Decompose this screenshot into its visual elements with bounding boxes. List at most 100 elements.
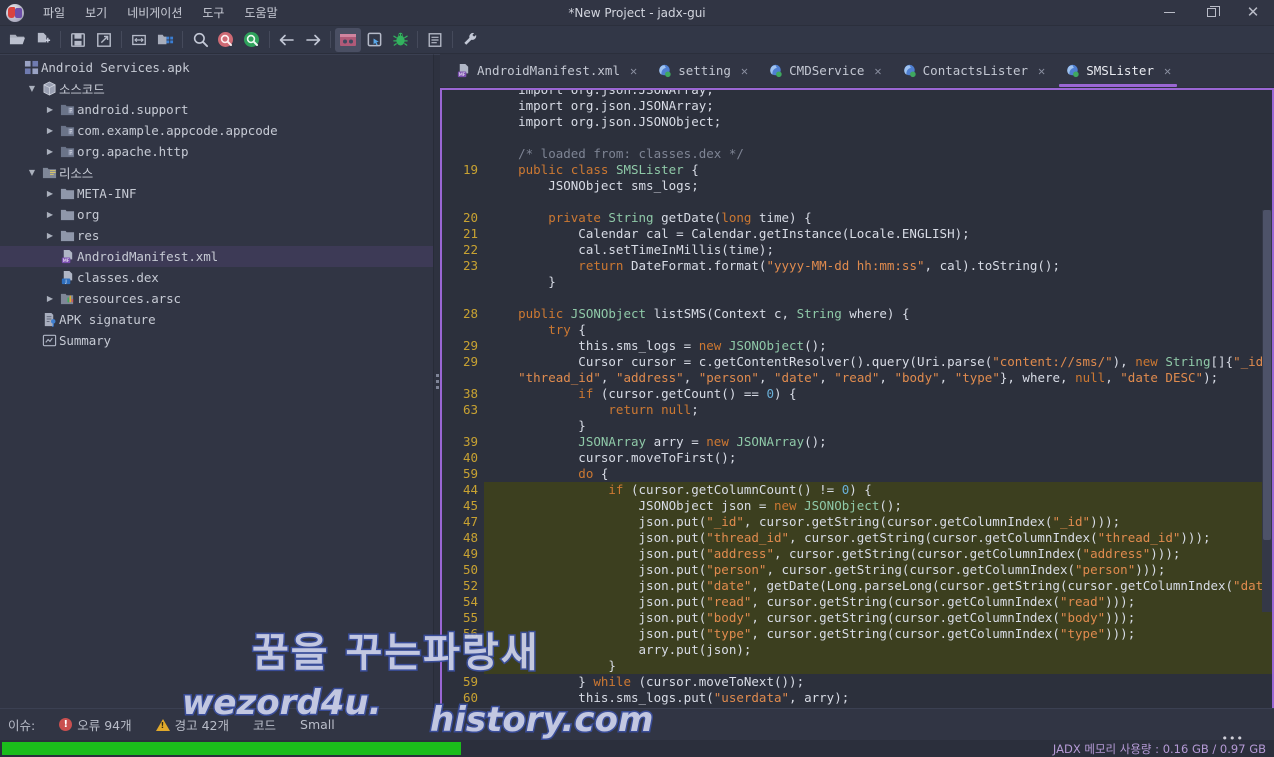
code-line[interactable]: return DateFormat.format("yyyy-MM-dd hh:… <box>484 258 1272 274</box>
tab-smslister[interactable]: SMSLister ✕ <box>1055 54 1181 87</box>
code-line[interactable]: if (cursor.getCount() == 0) { <box>484 386 1272 402</box>
code-line[interactable]: do { <box>484 466 1272 482</box>
tree-item-apk-signature[interactable]: APK signature <box>0 309 433 330</box>
chevron-right-icon[interactable]: ▶ <box>42 189 58 198</box>
code-line[interactable]: } <box>484 418 1272 434</box>
code-line[interactable]: return null; <box>484 402 1272 418</box>
code-line[interactable]: Cursor cursor = c.getContentResolver().q… <box>484 354 1272 370</box>
menu-tools[interactable]: 도구 <box>193 1 233 24</box>
chevron-right-icon[interactable]: ▶ <box>42 294 58 303</box>
code-line[interactable]: arry.put(json); <box>484 642 1272 658</box>
tab-close-icon[interactable]: ✕ <box>741 64 748 78</box>
chevron-down-icon[interactable]: ▼ <box>24 84 40 93</box>
code-line[interactable]: if (cursor.getColumnCount() != 0) { <box>484 482 1272 498</box>
code-line[interactable]: "thread_id", "address", "person", "date"… <box>484 370 1272 386</box>
save-button[interactable] <box>65 28 91 52</box>
tree-item-[interactable]: ▼ 리소스 <box>0 162 433 183</box>
warning-count-item[interactable]: 경고 42개 <box>155 715 229 734</box>
source-code-text[interactable]: import org.json.JSONArray; import org.js… <box>484 90 1272 708</box>
tree-item-android-support[interactable]: ▶ android.support <box>0 99 433 120</box>
code-line[interactable]: json.put("thread_id", cursor.getString(c… <box>484 530 1272 546</box>
code-line[interactable]: this.sms_logs = new JSONObject(); <box>484 338 1272 354</box>
tree-item-android-services-apk[interactable]: Android Services.apk <box>0 57 433 78</box>
code-line[interactable]: JSONObject json = new JSONObject(); <box>484 498 1272 514</box>
code-line[interactable]: import org.json.JSONObject; <box>484 114 1272 130</box>
tree-item-org-apache-http[interactable]: ▶ org.apache.http <box>0 141 433 162</box>
code-line[interactable]: } <box>484 658 1272 674</box>
project-tree[interactable]: Android Services.apk ▼ 소스코드 ▶ android.suppor… <box>0 54 434 708</box>
add-files-button[interactable] <box>30 28 56 52</box>
menu-file[interactable]: 파일 <box>34 1 74 24</box>
menu-view[interactable]: 보기 <box>76 1 116 24</box>
back-button[interactable] <box>274 28 300 52</box>
code-line[interactable]: JSONObject sms_logs; <box>484 178 1272 194</box>
tree-item-summary[interactable]: Summary <box>0 330 433 351</box>
code-line[interactable]: cal.setTimeInMillis(time); <box>484 242 1272 258</box>
error-count-item[interactable]: ! 오류 94개 <box>59 715 132 734</box>
select-button[interactable] <box>361 28 387 52</box>
code-line[interactable]: cursor.moveToFirst(); <box>484 450 1272 466</box>
menu-navigation[interactable]: 네비게이션 <box>118 1 191 24</box>
editor-vertical-scrollbar[interactable] <box>1262 210 1272 612</box>
open-folder-button[interactable] <box>4 28 30 52</box>
menu-help[interactable]: 도움말 <box>235 1 286 24</box>
code-line[interactable]: JSONArray arry = new JSONArray(); <box>484 434 1272 450</box>
tab-close-icon[interactable]: ✕ <box>630 64 637 78</box>
tree-item-androidmanifest-xml[interactable]: MF AndroidManifest.xml <box>0 246 433 267</box>
code-line[interactable] <box>484 290 1272 306</box>
close-button[interactable]: ✕ <box>1232 0 1274 26</box>
code-line[interactable]: import org.json.JSONArray; <box>484 98 1272 114</box>
sync-button[interactable] <box>126 28 152 52</box>
export-button[interactable] <box>91 28 117 52</box>
tree-item-meta-inf[interactable]: ▶ META-INF <box>0 183 433 204</box>
code-line[interactable]: json.put("read", cursor.getString(cursor… <box>484 594 1272 610</box>
code-line[interactable]: } <box>484 274 1272 290</box>
code-line[interactable]: /* loaded from: classes.dex */ <box>484 146 1272 162</box>
tab-close-icon[interactable]: ✕ <box>1164 64 1171 78</box>
debug-button[interactable] <box>387 28 413 52</box>
tree-item-classes-dex[interactable]: Jclasses.dex <box>0 267 433 288</box>
code-line[interactable]: private String getDate(long time) { <box>484 210 1272 226</box>
chevron-right-icon[interactable]: ▶ <box>42 126 58 135</box>
chevron-right-icon[interactable]: ▶ <box>42 231 58 240</box>
deobfuscation-button[interactable] <box>152 28 178 52</box>
code-line[interactable]: Calendar cal = Calendar.getInstance(Loca… <box>484 226 1272 242</box>
tree-item-res[interactable]: ▶ res <box>0 225 433 246</box>
chevron-down-icon[interactable]: ▼ <box>24 168 40 177</box>
tab-androidmanifest-xml[interactable]: MF AndroidManifest.xml ✕ <box>446 54 647 87</box>
tab-close-icon[interactable]: ✕ <box>1038 64 1045 78</box>
code-line[interactable]: } while (cursor.moveToNext()); <box>484 674 1272 690</box>
code-line[interactable]: public class SMSLister { <box>484 162 1272 178</box>
tree-item-com-example-appcode-appcode[interactable]: ▶ com.example.appcode.appcode <box>0 120 433 141</box>
code-line[interactable]: import org.json.JSONArray; <box>484 90 1272 98</box>
code-line[interactable]: json.put("body", cursor.getString(cursor… <box>484 610 1272 626</box>
code-line[interactable]: json.put("type", cursor.getString(cursor… <box>484 626 1272 642</box>
tab-contactslister[interactable]: ContactsLister ✕ <box>892 54 1056 87</box>
code-viewer[interactable]: 19 20 21 22 23 28 29 29 38 63 39 40 59 44 45 47 48 49 50 52… <box>440 88 1274 708</box>
tree-item-org[interactable]: ▶ org <box>0 204 433 225</box>
tree-item-resources-arsc[interactable]: ▶ resources.arsc <box>0 288 433 309</box>
preferences-button[interactable] <box>457 28 483 52</box>
tree-item-[interactable]: ▼ 소스코드 <box>0 78 433 99</box>
code-line[interactable]: public JSONObject listSMS(Context c, Str… <box>484 306 1272 322</box>
code-line[interactable]: json.put("date", getDate(Long.parseLong(… <box>484 578 1272 594</box>
code-line[interactable] <box>484 130 1272 146</box>
search-text-button[interactable] <box>187 28 213 52</box>
tab-cmdservice[interactable]: CMDService ✕ <box>758 54 892 87</box>
scrollbar-thumb[interactable] <box>1263 210 1271 540</box>
search-comment-button[interactable] <box>239 28 265 52</box>
chevron-right-icon[interactable]: ▶ <box>42 105 58 114</box>
search-class-button[interactable] <box>213 28 239 52</box>
chevron-right-icon[interactable]: ▶ <box>42 210 58 219</box>
code-line[interactable]: this.sms_logs.put("userdata", arry); <box>484 690 1272 706</box>
chevron-right-icon[interactable]: ▶ <box>42 147 58 156</box>
forward-button[interactable] <box>300 28 326 52</box>
code-line[interactable]: json.put("address", cursor.getString(cur… <box>484 546 1272 562</box>
minimize-button[interactable] <box>1148 0 1190 26</box>
log-button[interactable] <box>422 28 448 52</box>
code-line[interactable]: json.put("_id", cursor.getString(cursor.… <box>484 514 1272 530</box>
quark-button[interactable] <box>335 27 361 52</box>
code-line[interactable] <box>484 194 1272 210</box>
maximize-button[interactable] <box>1190 0 1232 26</box>
tab-setting[interactable]: setting ✕ <box>647 54 758 87</box>
